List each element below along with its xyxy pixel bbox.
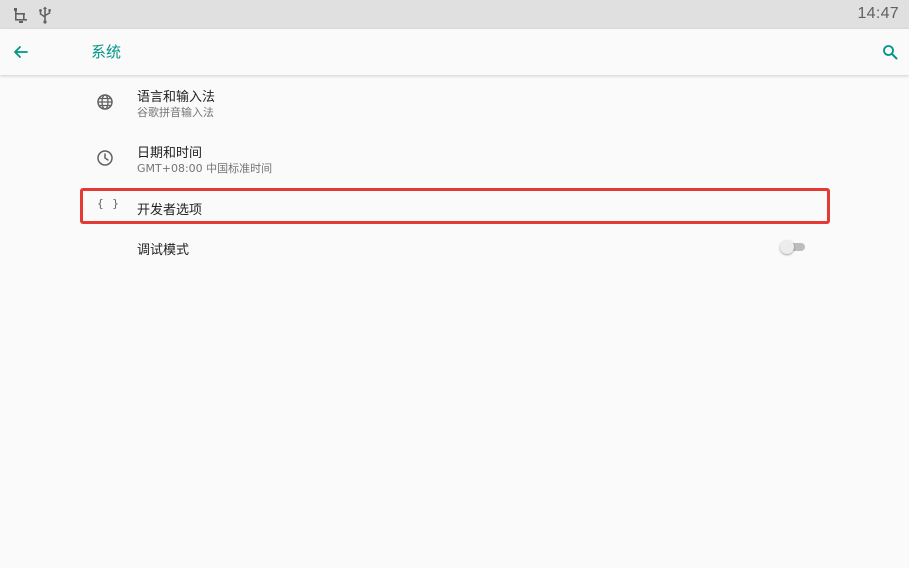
settings-item-developer-options[interactable]: { } 开发者选项 [80,188,830,224]
settings-item-date-time[interactable]: 日期和时间 GMT+08:00 中国标准时间 [80,136,830,184]
settings-item-subtitle: GMT+08:00 中国标准时间 [137,162,273,175]
settings-item-subtitle: 谷歌拼音输入法 [137,106,214,119]
globe-icon [94,91,116,113]
status-time: 14:47 [857,5,899,22]
settings-item-language-input[interactable]: 语言和输入法 谷歌拼音输入法 [80,80,830,128]
status-bar: 14:47 [0,0,909,29]
app-toolbar: 系统 [0,29,909,75]
braces-icon: { } [97,197,120,210]
network-icon [12,6,30,24]
toggle-thumb [780,240,794,254]
settings-item-title: 开发者选项 [137,203,203,218]
clock-icon [94,147,116,169]
page-title: 系统 [91,43,122,61]
settings-item-debug-mode[interactable]: 调试模式 [80,233,830,261]
settings-item-title: 调试模式 [137,243,190,258]
settings-item-title: 日期和时间 [137,146,203,161]
settings-item-title: 语言和输入法 [137,90,216,105]
arrow-back-icon[interactable] [10,41,32,63]
debug-mode-toggle[interactable] [780,240,806,254]
search-icon[interactable] [879,41,901,63]
usb-icon [36,6,54,24]
